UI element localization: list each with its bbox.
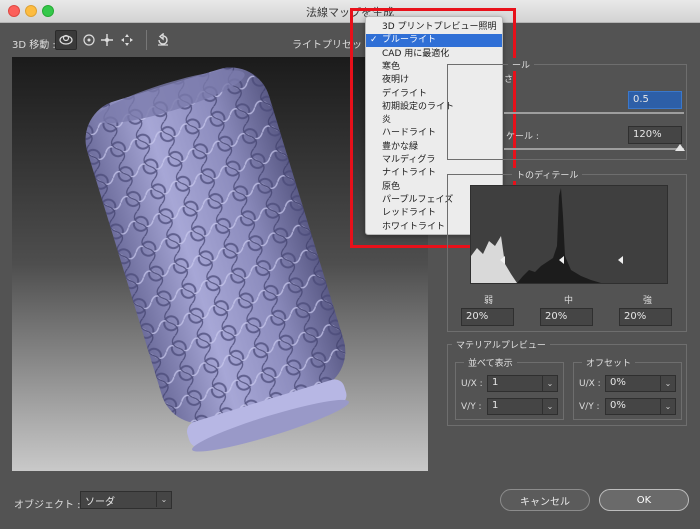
strong-label: 強 <box>643 296 653 306</box>
tile-v-label: V/Y : <box>461 402 482 412</box>
medium-input[interactable]: 20% <box>540 308 593 326</box>
ok-button[interactable]: OK <box>599 489 689 511</box>
tile-u-value: 1 <box>492 377 499 388</box>
blur-label-partial: さ <box>504 75 514 85</box>
slide-icon[interactable] <box>116 30 138 50</box>
offset-u-label: U/X : <box>579 379 601 389</box>
offset-group-title: オフセット <box>582 356 636 369</box>
offset-v-label: V/Y : <box>579 402 600 412</box>
scale-input[interactable]: 120% <box>628 126 682 144</box>
chevron-down-icon: ⌄ <box>542 376 557 391</box>
chevron-down-icon: ⌄ <box>660 376 675 391</box>
tile-u-select[interactable]: 1 ⌄ <box>487 375 558 392</box>
medium-label: 中 <box>564 296 574 306</box>
blur-slider-track[interactable] <box>504 112 684 114</box>
blur-input[interactable]: 0.5 <box>628 91 682 109</box>
object-select[interactable]: ソーダ ⌄ <box>80 491 172 509</box>
weak-label: 弱 <box>484 296 494 306</box>
offset-v-value: 0% <box>610 400 626 411</box>
medium-marker[interactable] <box>559 256 564 264</box>
offset-u-value: 0% <box>610 377 626 388</box>
offset-u-select[interactable]: 0% ⌄ <box>605 375 676 392</box>
toolbar-separator <box>146 30 147 50</box>
tile-v-select[interactable]: 1 ⌄ <box>487 398 558 415</box>
detail-panel-title: トのディテール <box>512 168 583 181</box>
weak-input[interactable]: 20% <box>461 308 514 326</box>
object-value: ソーダ <box>85 497 115 508</box>
chevron-down-icon: ⌄ <box>156 492 171 507</box>
scale-slider-track[interactable] <box>504 148 684 150</box>
tile-group-title: 並べて表示 <box>464 356 517 369</box>
scale-label-partial: ケール : <box>506 132 539 142</box>
offset-v-select[interactable]: 0% ⌄ <box>605 398 676 415</box>
detail-histogram <box>470 185 668 284</box>
tile-u-label: U/X : <box>461 379 483 389</box>
object-label: オブジェクト : <box>14 500 81 511</box>
pan-icon[interactable] <box>96 30 118 50</box>
panel-title-partial: ール <box>508 58 535 71</box>
chevron-down-icon: ⌄ <box>660 399 675 414</box>
move-label: 3D 移動 : <box>12 40 56 51</box>
cancel-button[interactable]: キャンセル <box>500 489 590 511</box>
material-preview-title: マテリアルプレビュー <box>452 338 550 351</box>
reset-view-icon[interactable] <box>152 30 174 50</box>
weak-marker[interactable] <box>500 256 505 264</box>
tile-v-value: 1 <box>492 400 499 411</box>
chevron-down-icon: ⌄ <box>542 399 557 414</box>
strong-marker[interactable] <box>618 256 623 264</box>
strong-input[interactable]: 20% <box>619 308 672 326</box>
orbit-icon[interactable] <box>55 30 77 50</box>
scale-slider-thumb[interactable] <box>675 144 685 151</box>
